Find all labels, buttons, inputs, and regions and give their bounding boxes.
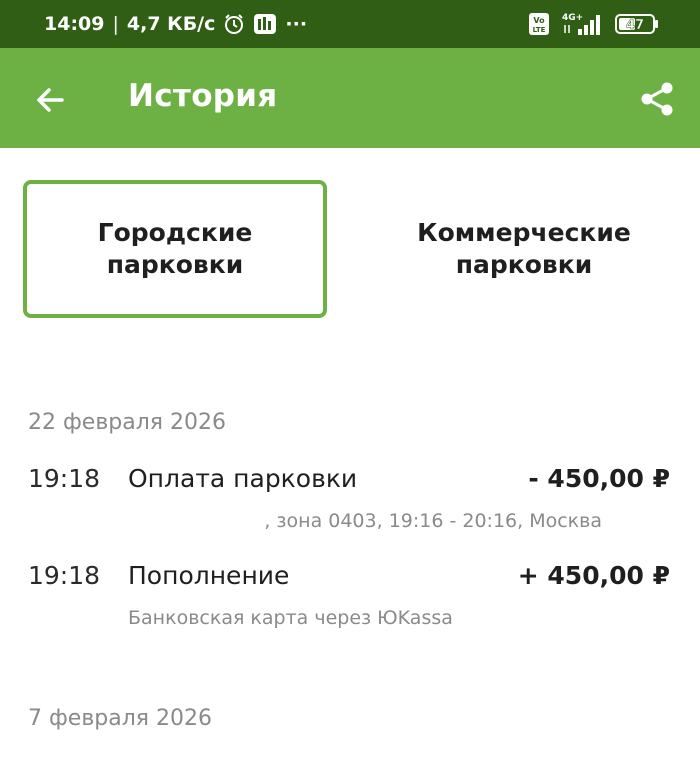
status-speed: 4,7 КБ/с [126, 13, 216, 35]
transaction-detail: , зона 0403, 19:16 - 20:16, Москва [264, 510, 602, 532]
svg-text:47: 47 [626, 18, 644, 33]
svg-text:LTE: LTE [533, 26, 546, 34]
volte-icon: Vo LTE [528, 12, 550, 36]
back-button[interactable] [32, 82, 68, 118]
date-header: 7 февраля 2026 [28, 706, 213, 731]
share-button[interactable] [636, 78, 678, 120]
alarm-icon [223, 13, 245, 35]
app-bar: История [0, 48, 700, 148]
svg-text:4G+: 4G+ [562, 13, 583, 23]
status-more: ··· [285, 13, 308, 35]
transaction-time: 19:18 [28, 464, 101, 493]
battery-icon: 47 [614, 12, 660, 36]
transaction-amount: + 450,00 ₽ [517, 561, 670, 590]
status-bar: 14:09 | 4,7 КБ/с ··· Vo LTE 4G+ 47 [0, 0, 700, 48]
transaction-detail: Банковская карта через ЮKassa [128, 607, 453, 629]
page-title: История [128, 78, 278, 114]
transaction-amount: - 450,00 ₽ [528, 464, 670, 493]
arrow-back-icon [37, 88, 64, 112]
signal-icon: 4G+ [560, 11, 604, 37]
status-separator: | [112, 13, 119, 35]
status-time: 14:09 [44, 13, 105, 35]
date-header: 22 февраля 2026 [28, 410, 227, 435]
share-icon [641, 82, 673, 116]
app-notification-icon [253, 13, 277, 35]
transaction-title: Пополнение [128, 561, 290, 590]
tab-commercial-parking[interactable]: Коммерческие парковки [372, 180, 676, 318]
status-right: Vo LTE 4G+ 47 [528, 11, 660, 37]
transaction-title: Оплата парковки [128, 464, 358, 493]
status-left: 14:09 | 4,7 КБ/с ··· [44, 13, 307, 35]
transaction-time: 19:18 [28, 561, 101, 590]
tab-city-parking[interactable]: Городские парковки [23, 180, 327, 318]
svg-text:Vo: Vo [533, 16, 545, 25]
